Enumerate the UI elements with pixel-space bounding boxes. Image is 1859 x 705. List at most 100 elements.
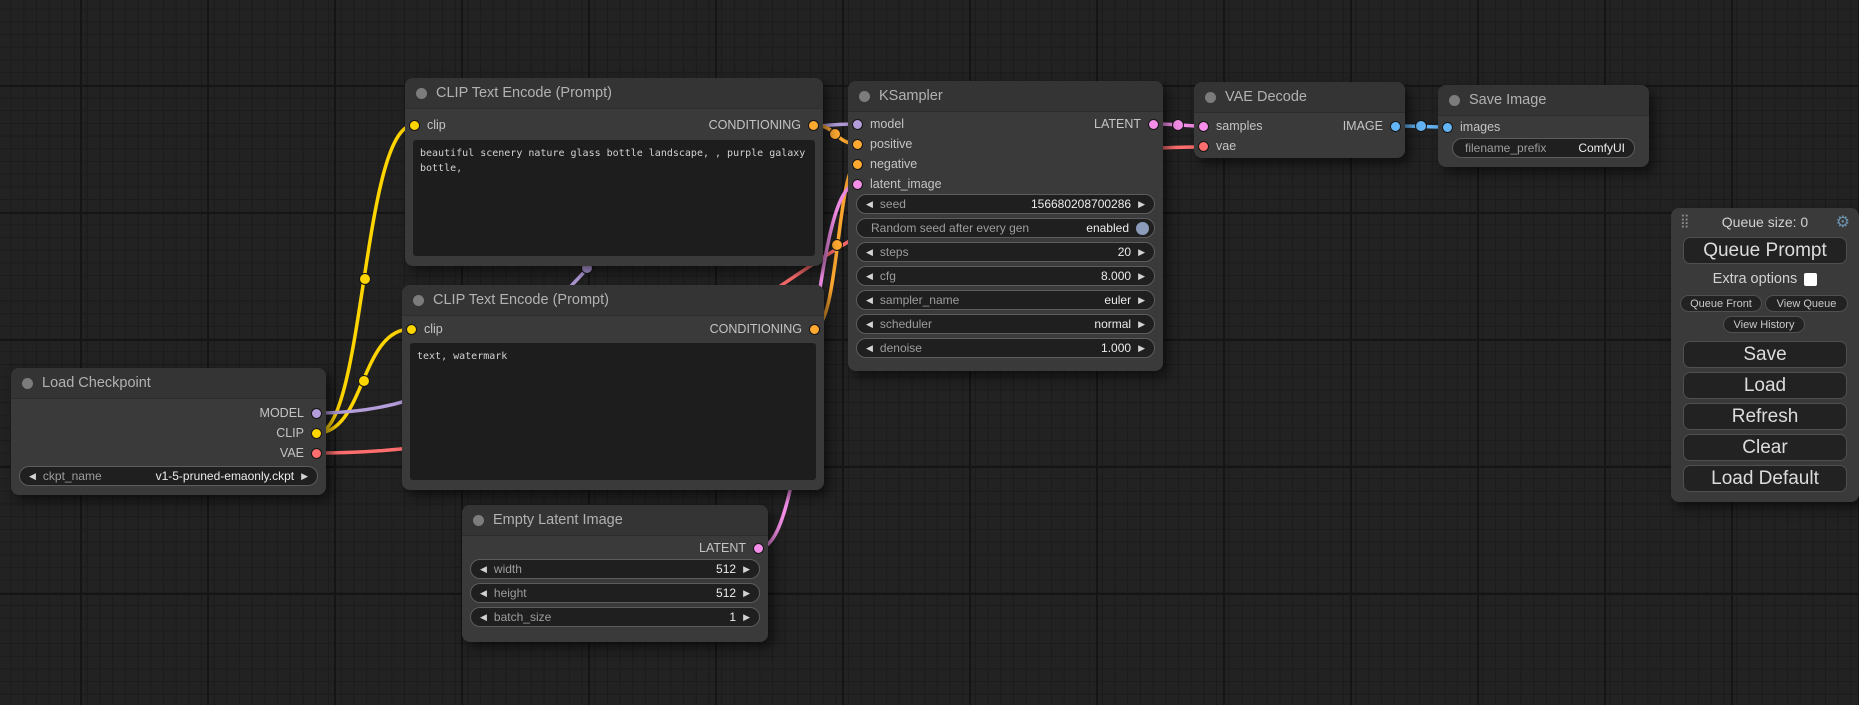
latent-slot-icon[interactable] — [852, 179, 863, 190]
decrement-icon[interactable]: ◀ — [866, 248, 873, 257]
clear-button[interactable]: Clear — [1683, 434, 1847, 461]
decrement-icon[interactable]: ◀ — [866, 344, 873, 353]
output-latent[interactable]: LATENT — [1094, 117, 1159, 131]
widget-random-seed-toggle[interactable]: Random seed after every gen enabled — [856, 218, 1155, 238]
input-samples[interactable]: samples — [1198, 119, 1263, 133]
queue-front-button[interactable]: Queue Front — [1680, 295, 1762, 312]
increment-icon[interactable]: ▶ — [743, 589, 750, 598]
conditioning-slot-icon[interactable] — [808, 120, 819, 131]
output-image[interactable]: IMAGE — [1343, 119, 1401, 133]
widget-batch-size[interactable]: ◀ batch_size 1 ▶ — [470, 607, 760, 627]
node-title-bar[interactable]: VAE Decode — [1194, 82, 1405, 113]
widget-width[interactable]: ◀ width 512 ▶ — [470, 559, 760, 579]
decrement-icon[interactable]: ◀ — [480, 613, 487, 622]
collapse-dot-icon[interactable] — [1205, 92, 1216, 103]
conditioning-slot-icon[interactable] — [852, 139, 863, 150]
decrement-icon[interactable]: ◀ — [480, 589, 487, 598]
input-vae[interactable]: vae — [1194, 136, 1405, 156]
decrement-icon[interactable]: ◀ — [866, 200, 873, 209]
node-title-bar[interactable]: Save Image — [1438, 85, 1649, 116]
increment-icon[interactable]: ▶ — [743, 613, 750, 622]
collapse-dot-icon[interactable] — [416, 88, 427, 99]
collapse-dot-icon[interactable] — [1449, 95, 1460, 106]
node-vae-decode[interactable]: VAE Decode samples IMAGE vae — [1194, 82, 1405, 158]
queue-panel[interactable]: ⣿ Queue size: 0 ⚙ Queue Prompt Extra opt… — [1671, 208, 1859, 502]
conditioning-slot-icon[interactable] — [809, 324, 820, 335]
toggle-knob-icon[interactable] — [1136, 222, 1149, 235]
refresh-button[interactable]: Refresh — [1683, 403, 1847, 430]
widget-seed[interactable]: ◀ seed 156680208700286 ▶ — [856, 194, 1155, 214]
model-slot-icon[interactable] — [852, 119, 863, 130]
decrement-icon[interactable]: ◀ — [29, 472, 36, 481]
clip-slot-icon[interactable] — [409, 120, 420, 131]
increment-icon[interactable]: ▶ — [1138, 296, 1145, 305]
output-clip[interactable]: CLIP — [11, 423, 326, 443]
output-conditioning[interactable]: CONDITIONING — [710, 322, 820, 336]
node-save-image[interactable]: Save Image images filename_prefix ComfyU… — [1438, 85, 1649, 167]
view-history-button[interactable]: View History — [1723, 316, 1805, 333]
vae-slot-icon[interactable] — [311, 448, 322, 459]
increment-icon[interactable]: ▶ — [743, 565, 750, 574]
clip-slot-icon[interactable] — [311, 428, 322, 439]
output-vae[interactable]: VAE — [11, 443, 326, 463]
queue-prompt-button[interactable]: Queue Prompt — [1683, 237, 1847, 264]
output-latent[interactable]: LATENT — [462, 538, 768, 558]
node-title-bar[interactable]: KSampler — [848, 81, 1163, 112]
input-model[interactable]: model — [852, 117, 904, 131]
input-images[interactable]: images — [1438, 117, 1649, 137]
decrement-icon[interactable]: ◀ — [866, 320, 873, 329]
output-model[interactable]: MODEL — [11, 403, 326, 423]
node-empty-latent-image[interactable]: Empty Latent Image LATENT ◀ width 512 ▶ … — [462, 505, 768, 642]
collapse-dot-icon[interactable] — [473, 515, 484, 526]
view-queue-button[interactable]: View Queue — [1765, 295, 1848, 312]
decrement-icon[interactable]: ◀ — [866, 296, 873, 305]
node-title-bar[interactable]: CLIP Text Encode (Prompt) — [405, 78, 823, 109]
input-clip[interactable]: clip — [406, 322, 443, 336]
increment-icon[interactable]: ▶ — [301, 472, 308, 481]
node-load-checkpoint[interactable]: Load Checkpoint MODEL CLIP VAE ◀ ckpt_na… — [11, 368, 326, 495]
clip-slot-icon[interactable] — [406, 324, 417, 335]
latent-slot-icon[interactable] — [753, 543, 764, 554]
widget-scheduler[interactable]: ◀ scheduler normal ▶ — [856, 314, 1155, 334]
model-slot-icon[interactable] — [311, 408, 322, 419]
input-positive[interactable]: positive — [848, 134, 1163, 154]
prompt-textarea[interactable]: beautiful scenery nature glass bottle la… — [413, 140, 815, 256]
load-default-button[interactable]: Load Default — [1683, 465, 1847, 492]
input-negative[interactable]: negative — [848, 154, 1163, 174]
collapse-dot-icon[interactable] — [859, 91, 870, 102]
image-slot-icon[interactable] — [1390, 121, 1401, 132]
node-title-bar[interactable]: CLIP Text Encode (Prompt) — [402, 285, 824, 316]
input-latent-image[interactable]: latent_image — [848, 174, 1163, 194]
settings-gear-icon[interactable]: ⚙ — [1836, 212, 1850, 232]
image-slot-icon[interactable] — [1442, 122, 1453, 133]
latent-slot-icon[interactable] — [1198, 121, 1209, 132]
increment-icon[interactable]: ▶ — [1138, 272, 1145, 281]
collapse-dot-icon[interactable] — [413, 295, 424, 306]
increment-icon[interactable]: ▶ — [1138, 200, 1145, 209]
load-button[interactable]: Load — [1683, 372, 1847, 399]
extra-options-checkbox[interactable] — [1804, 273, 1817, 286]
node-clip-text-encode-negative[interactable]: CLIP Text Encode (Prompt) clip CONDITION… — [402, 285, 824, 490]
collapse-dot-icon[interactable] — [22, 378, 33, 389]
input-clip[interactable]: clip — [409, 118, 446, 132]
increment-icon[interactable]: ▶ — [1138, 248, 1145, 257]
decrement-icon[interactable]: ◀ — [866, 272, 873, 281]
node-graph-canvas[interactable]: Load Checkpoint MODEL CLIP VAE ◀ ckpt_na… — [0, 0, 1859, 705]
widget-height[interactable]: ◀ height 512 ▶ — [470, 583, 760, 603]
node-ksampler[interactable]: KSampler model LATENT positive negative — [848, 81, 1163, 371]
node-title-bar[interactable]: Empty Latent Image — [462, 505, 768, 536]
widget-filename-prefix[interactable]: filename_prefix ComfyUI — [1452, 138, 1635, 158]
widget-sampler-name[interactable]: ◀ sampler_name euler ▶ — [856, 290, 1155, 310]
widget-steps[interactable]: ◀ steps 20 ▶ — [856, 242, 1155, 262]
save-button[interactable]: Save — [1683, 341, 1847, 368]
widget-denoise[interactable]: ◀ denoise 1.000 ▶ — [856, 338, 1155, 358]
widget-cfg[interactable]: ◀ cfg 8.000 ▶ — [856, 266, 1155, 286]
increment-icon[interactable]: ▶ — [1138, 344, 1145, 353]
vae-slot-icon[interactable] — [1198, 141, 1209, 152]
conditioning-slot-icon[interactable] — [852, 159, 863, 170]
widget-ckpt-name[interactable]: ◀ ckpt_name v1-5-pruned-emaonly.ckpt ▶ — [19, 466, 318, 486]
increment-icon[interactable]: ▶ — [1138, 320, 1145, 329]
node-title-bar[interactable]: Load Checkpoint — [11, 368, 326, 399]
latent-slot-icon[interactable] — [1148, 119, 1159, 130]
output-conditioning[interactable]: CONDITIONING — [709, 118, 819, 132]
